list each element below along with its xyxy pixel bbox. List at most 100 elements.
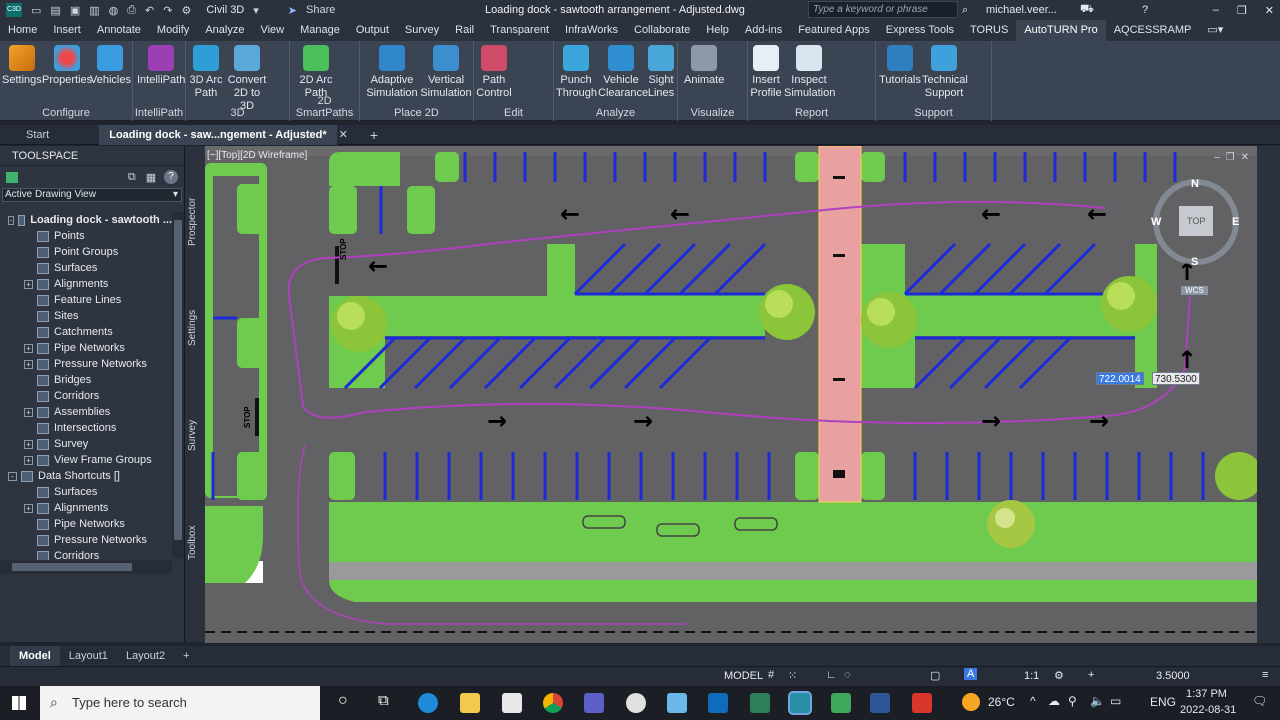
tree-expander-icon[interactable]: +	[24, 359, 33, 369]
tab-infraworks[interactable]: InfraWorks	[557, 20, 626, 41]
windows-start-icon[interactable]	[12, 696, 26, 710]
plus-icon[interactable]: +	[1088, 669, 1094, 681]
intellipath-button[interactable]: IntelliPath	[137, 45, 185, 87]
active-drawing-tab[interactable]: Loading dock - saw...ngement - Adjusted*	[99, 124, 337, 145]
tab-prospector[interactable]: Prospector	[187, 198, 198, 246]
tree-options-icon[interactable]: ⧉	[128, 171, 136, 184]
tree-expander-icon[interactable]: +	[24, 343, 33, 353]
tray-chevron-icon[interactable]: ^	[1030, 694, 1036, 708]
tree-expander-icon[interactable]	[24, 392, 33, 401]
cortana-icon[interactable]: ○	[338, 692, 348, 710]
file-explorer-icon[interactable]	[460, 693, 480, 713]
workspace-gear-icon[interactable]: ⚙	[181, 4, 191, 17]
2d-arc-path-button[interactable]: 2D Arc Path	[296, 45, 336, 100]
tree-item[interactable]: Point Groups	[0, 244, 172, 260]
animate-button[interactable]: Animate	[684, 45, 724, 87]
save-icon[interactable]: ▣	[70, 4, 80, 17]
tree-item[interactable]: + Pressure Networks	[0, 356, 172, 372]
edge-icon[interactable]	[418, 693, 438, 713]
tree-expander-icon[interactable]: +	[24, 503, 33, 513]
convert-2d-to-3d-button[interactable]: Convert 2D to 3D	[226, 45, 268, 113]
vehicle-clearance-button[interactable]: Vehicle Clearance	[598, 45, 648, 100]
tree-expander-icon[interactable]	[24, 488, 33, 497]
tree-expander-icon[interactable]: +	[24, 455, 33, 465]
viewport-close-icon[interactable]: ✕	[1241, 152, 1249, 163]
tab-settings[interactable]: Settings	[187, 310, 198, 346]
tree-vertical-scrollbar[interactable]	[172, 212, 184, 558]
clock-time[interactable]: 1:37 PM	[1186, 688, 1227, 700]
tab-survey[interactable]: Survey	[397, 20, 447, 41]
chevron-down-icon[interactable]: ▾	[253, 4, 259, 17]
tree-item[interactable]: + Assemblies	[0, 404, 172, 420]
osnap-icon[interactable]: ▢	[930, 669, 940, 682]
tab-rail[interactable]: Rail	[447, 20, 482, 41]
tree-expander-icon[interactable]	[24, 424, 33, 433]
tree-item[interactable]: - Loading dock - sawtooth ...	[0, 212, 172, 228]
maximize-button[interactable]: ❐	[1237, 4, 1247, 17]
sight-lines-button[interactable]: Sight Lines	[646, 45, 676, 100]
tree-expander-icon[interactable]: -	[8, 215, 14, 225]
autocad-icon[interactable]	[912, 693, 932, 713]
tree-item[interactable]: Pipe Networks	[0, 516, 172, 532]
tree-item[interactable]: Intersections	[0, 420, 172, 436]
viewport-controls[interactable]: [−][Top][2D Wireframe]	[207, 150, 307, 161]
wcs-menu[interactable]: WCS	[1181, 286, 1208, 295]
new-tab-icon[interactable]: +	[370, 127, 378, 143]
tab-survey[interactable]: Survey	[187, 420, 198, 451]
polar-icon[interactable]: ◌	[844, 669, 851, 681]
workspace-selector[interactable]: Civil 3D	[206, 4, 244, 16]
tab-toolbox[interactable]: Toolbox	[187, 526, 198, 560]
open-icon[interactable]: ▤	[50, 4, 60, 17]
taskbar-search-input[interactable]: Type here to search	[40, 686, 320, 720]
adaptive-simulation-button[interactable]: Adaptive Simulation	[366, 45, 418, 100]
tree-expander-icon[interactable]	[24, 536, 33, 545]
inspect-simulation-button[interactable]: Inspect Simulation	[784, 45, 835, 100]
tutorials-button[interactable]: Tutorials	[878, 45, 922, 87]
ortho-icon[interactable]: ∟	[826, 669, 837, 681]
tab-add-ins[interactable]: Add-ins	[737, 20, 790, 41]
battery-icon[interactable]: ▭	[1110, 694, 1121, 708]
viewport-restore-icon[interactable]: ❐	[1226, 152, 1235, 163]
properties-button[interactable]: Properties	[42, 45, 92, 87]
outlook-icon[interactable]	[708, 693, 728, 713]
tree-expander-icon[interactable]: +	[24, 279, 33, 289]
civil3d-taskbar-icon[interactable]	[788, 691, 812, 715]
annotation-icon[interactable]: A	[964, 668, 978, 680]
viewport-minimize-icon[interactable]: –	[1214, 152, 1220, 163]
chrome-icon[interactable]	[543, 693, 563, 713]
tree-item[interactable]: - Data Shortcuts []	[0, 468, 172, 484]
add-layout-icon[interactable]: +	[174, 646, 198, 666]
tree-item[interactable]: + Pipe Networks	[0, 340, 172, 356]
viewcube-top-face[interactable]: TOP	[1187, 216, 1205, 226]
vehicles-button[interactable]: Vehicles	[90, 45, 131, 87]
tree-item[interactable]: + Alignments	[0, 500, 172, 516]
close-button[interactable]: ✕	[1265, 4, 1274, 17]
tab-transparent[interactable]: Transparent	[482, 20, 557, 41]
tab-autoturn-pro[interactable]: AutoTURN Pro	[1016, 20, 1106, 41]
volume-icon[interactable]: 🔈	[1090, 694, 1105, 708]
view-selector[interactable]: Active Drawing View ▾	[2, 188, 182, 202]
weather-icon[interactable]	[962, 693, 980, 711]
search-input[interactable]: Type a keyword or phrase	[808, 1, 958, 18]
tree-expander-icon[interactable]	[24, 248, 33, 257]
tree-expander-icon[interactable]: -	[8, 471, 17, 481]
tab-manage[interactable]: Manage	[292, 20, 348, 41]
undo-icon[interactable]: ↶	[145, 4, 154, 17]
ribbon-minimize-icon[interactable]: ▭▾	[1199, 20, 1231, 41]
user-account[interactable]: michael.veer...	[986, 4, 1057, 16]
tree-expander-icon[interactable]: +	[24, 407, 33, 417]
tab-express-tools[interactable]: Express Tools	[878, 20, 962, 41]
store-icon[interactable]	[502, 693, 522, 713]
tab-output[interactable]: Output	[348, 20, 397, 41]
help-icon[interactable]: ?	[1142, 4, 1148, 16]
tree-expander-icon[interactable]	[24, 264, 33, 273]
tree-item[interactable]: + View Frame Groups	[0, 452, 172, 468]
tree-item[interactable]: Feature Lines	[0, 292, 172, 308]
tree-expander-icon[interactable]	[24, 312, 33, 321]
app-icon[interactable]: C3D	[6, 3, 22, 17]
redo-icon[interactable]: ↷	[163, 4, 172, 17]
insert-profile-button[interactable]: Insert Profile	[748, 45, 784, 100]
tree-item[interactable]: + Survey	[0, 436, 172, 452]
tab-layout1[interactable]: Layout1	[60, 646, 117, 666]
settings-button[interactable]: Settings	[2, 45, 42, 87]
